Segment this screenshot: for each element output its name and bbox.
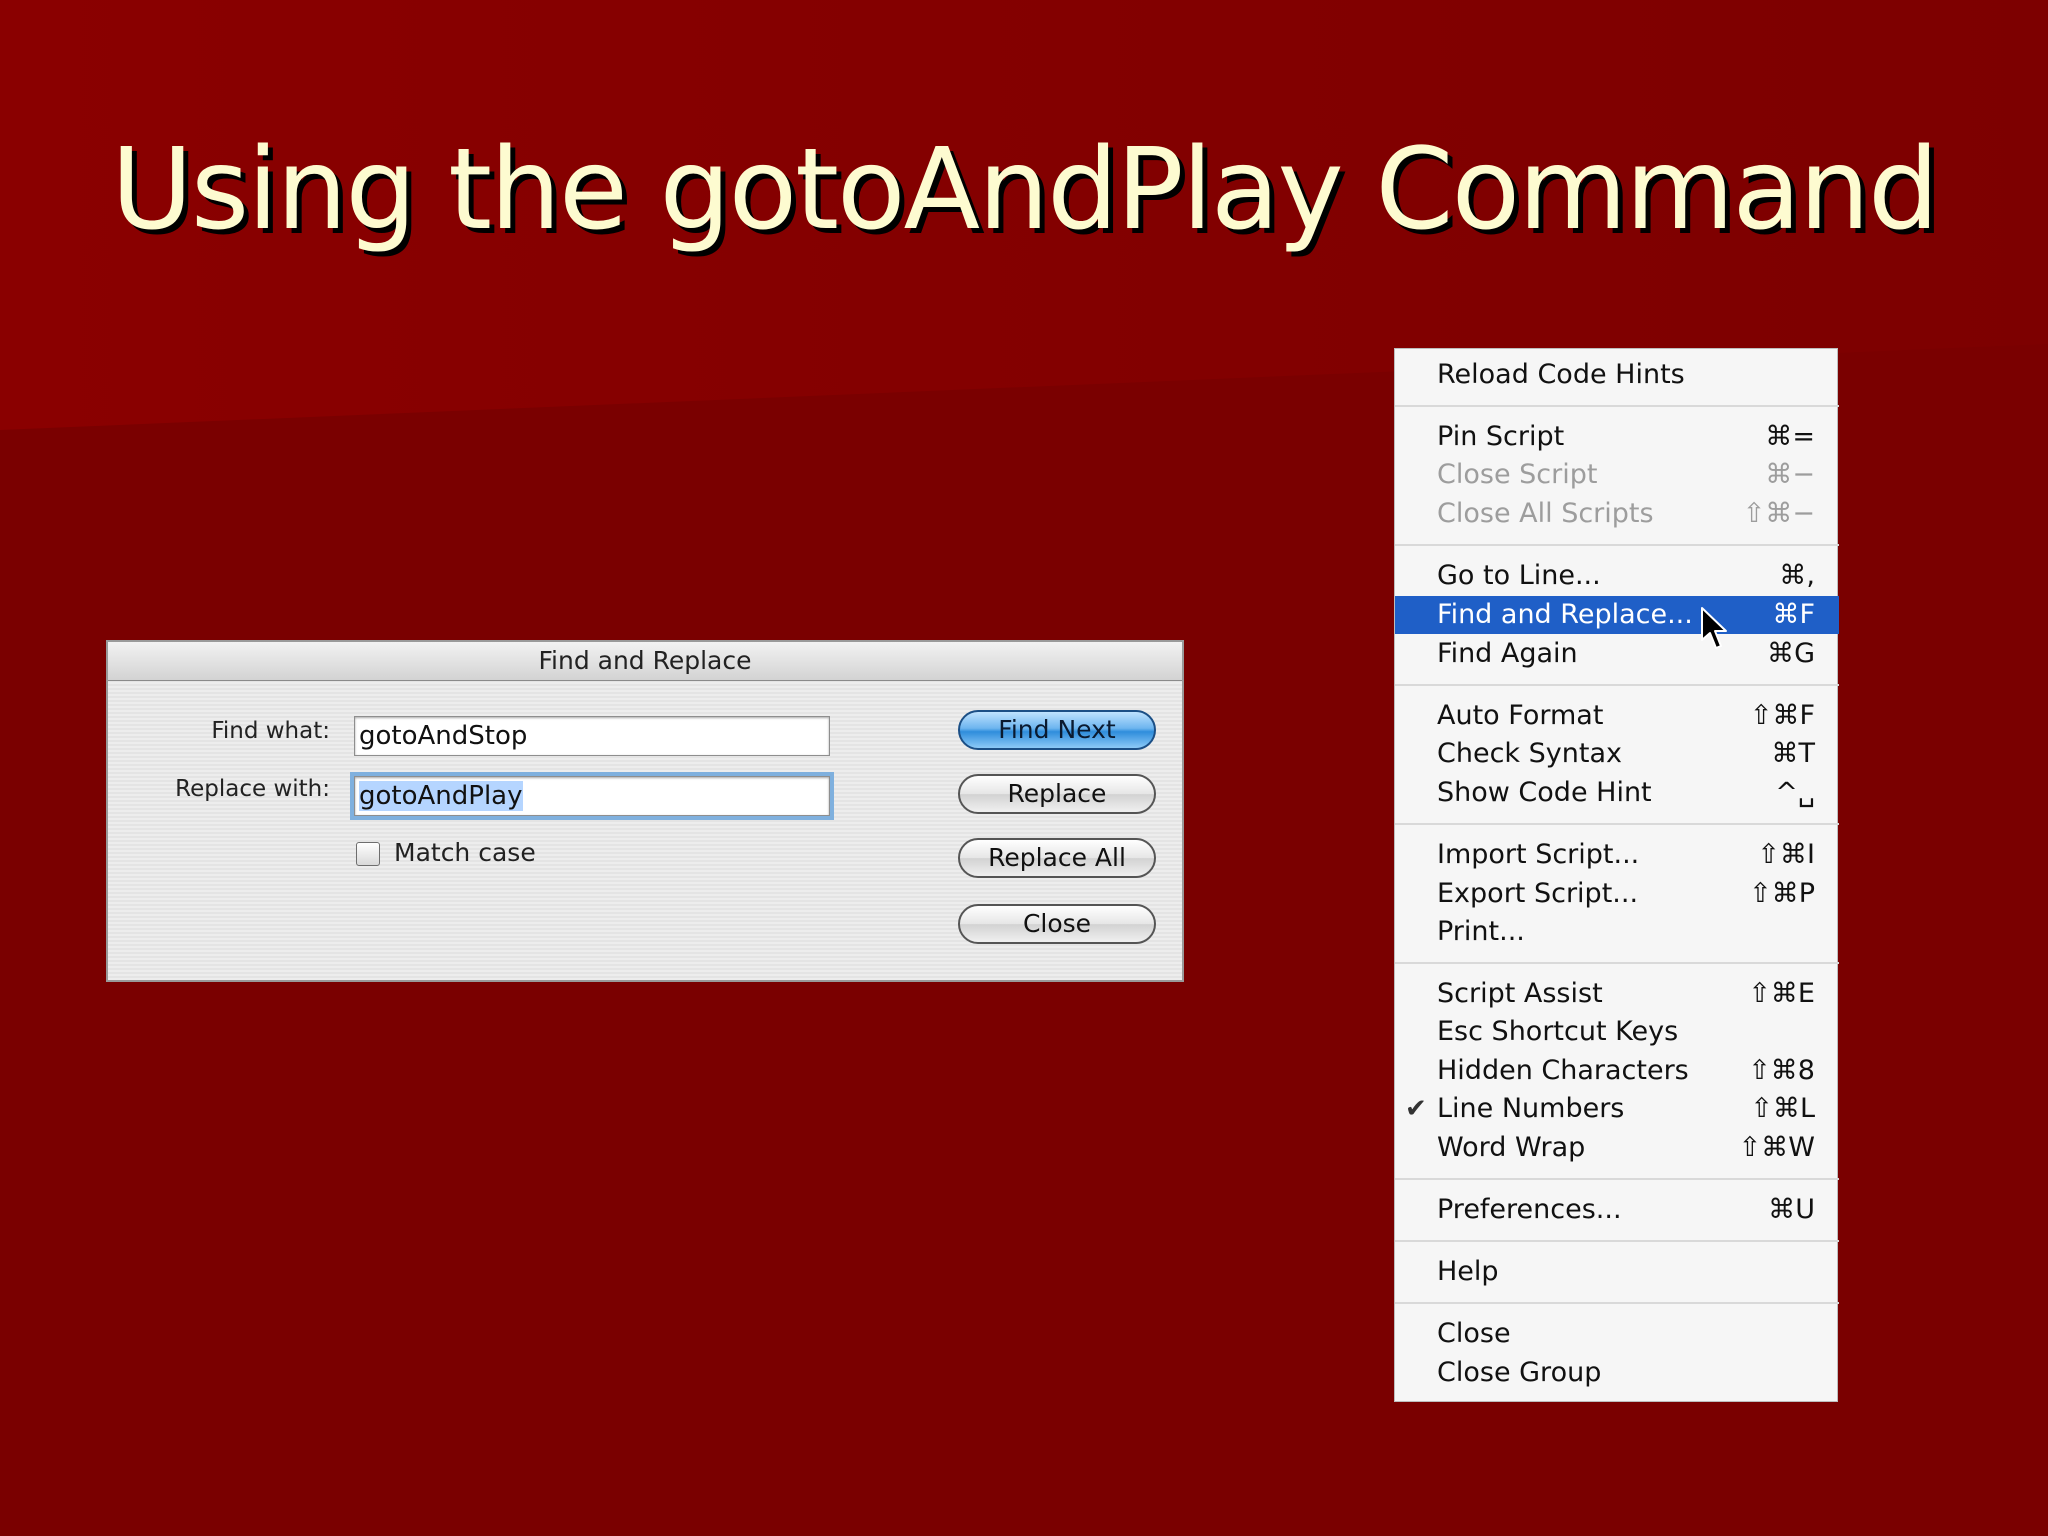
menu-item-label: Help xyxy=(1437,1256,1499,1287)
menu-item-label: Find and Replace... xyxy=(1437,599,1693,630)
replace-with-input[interactable]: gotoAndPlay xyxy=(350,772,834,820)
menu-item-label: Print... xyxy=(1437,916,1525,947)
menu-item-label: Show Code Hint xyxy=(1437,777,1652,808)
menu-item-label: Pin Script xyxy=(1437,421,1565,452)
menu-separator xyxy=(1395,684,1839,686)
replace-with-label: Replace with: xyxy=(175,776,330,802)
menu-item-shortcut: ⇧⌘E xyxy=(1748,978,1815,1009)
menu-separator xyxy=(1395,962,1839,964)
menu-item-reload-code-hints[interactable]: Reload Code Hints xyxy=(1395,356,1839,394)
menu-item-line-numbers[interactable]: ✔ Line Numbers ⇧⌘L xyxy=(1395,1090,1839,1128)
menu-item-label: Word Wrap xyxy=(1437,1132,1586,1163)
menu-item-close[interactable]: Close xyxy=(1395,1315,1839,1353)
match-case-label[interactable]: Match case xyxy=(394,838,536,867)
menu-item-label: Preferences... xyxy=(1437,1194,1622,1225)
match-case-checkbox[interactable] xyxy=(356,842,380,866)
menu-item-label: Close Group xyxy=(1437,1357,1602,1388)
menu-item-label: Line Numbers xyxy=(1437,1093,1625,1124)
menu-item-label: Close xyxy=(1437,1318,1511,1349)
menu-item-preferences[interactable]: Preferences... ⌘U xyxy=(1395,1191,1839,1229)
menu-item-word-wrap[interactable]: Word Wrap ⇧⌘W xyxy=(1395,1129,1839,1167)
menu-item-label: Hidden Characters xyxy=(1437,1055,1689,1086)
menu-item-shortcut: ^␣ xyxy=(1775,777,1815,808)
menu-item-script-assist[interactable]: Script Assist ⇧⌘E xyxy=(1395,975,1839,1013)
menu-item-label: Close All Scripts xyxy=(1437,498,1654,529)
menu-separator xyxy=(1395,823,1839,825)
menu-item-shortcut: ⇧⌘F xyxy=(1749,700,1815,731)
find-replace-dialog: Find and Replace Find what: gotoAndStop … xyxy=(106,640,1184,982)
actions-panel-menu: Reload Code Hints Pin Script ⌘= Close Sc… xyxy=(1394,348,1839,1402)
find-what-input[interactable]: gotoAndStop xyxy=(354,716,830,756)
menu-item-shortcut: ⌘F xyxy=(1772,599,1815,630)
menu-item-shortcut: ⌘U xyxy=(1768,1194,1815,1225)
menu-item-check-syntax[interactable]: Check Syntax ⌘T xyxy=(1395,735,1839,773)
close-button[interactable]: Close xyxy=(958,904,1156,944)
menu-item-label: Export Script... xyxy=(1437,878,1639,909)
find-what-label: Find what: xyxy=(211,718,330,744)
menu-item-shortcut: ⇧⌘− xyxy=(1742,498,1815,529)
menu-item-shortcut: ⇧⌘W xyxy=(1738,1132,1815,1163)
menu-item-go-to-line[interactable]: Go to Line... ⌘, xyxy=(1395,557,1839,595)
menu-separator xyxy=(1395,1240,1839,1242)
menu-item-label: Close Script xyxy=(1437,459,1598,490)
menu-item-label: Find Again xyxy=(1437,638,1578,669)
menu-separator xyxy=(1395,1302,1839,1304)
menu-item-auto-format[interactable]: Auto Format ⇧⌘F xyxy=(1395,697,1839,735)
find-next-button[interactable]: Find Next xyxy=(958,710,1156,750)
menu-item-shortcut: ⇧⌘I xyxy=(1757,839,1815,870)
menu-item-label: Check Syntax xyxy=(1437,738,1622,769)
menu-item-find-again[interactable]: Find Again ⌘G xyxy=(1395,635,1839,673)
menu-item-show-code-hint[interactable]: Show Code Hint ^␣ xyxy=(1395,774,1839,812)
mouse-pointer-icon xyxy=(1701,607,1727,649)
menu-item-shortcut: ⌘G xyxy=(1767,638,1815,669)
checkmark-icon: ✔ xyxy=(1405,1094,1427,1124)
menu-item-import-script[interactable]: Import Script... ⇧⌘I xyxy=(1395,836,1839,874)
menu-item-find-and-replace[interactable]: Find and Replace... ⌘F xyxy=(1395,596,1839,634)
menu-item-esc-shortcut-keys[interactable]: Esc Shortcut Keys xyxy=(1395,1013,1839,1051)
menu-item-shortcut: ⇧⌘P xyxy=(1749,878,1815,909)
replace-all-button[interactable]: Replace All xyxy=(958,838,1156,878)
menu-item-label: Auto Format xyxy=(1437,700,1604,731)
menu-item-help[interactable]: Help xyxy=(1395,1253,1839,1291)
menu-item-shortcut: ⌘= xyxy=(1765,421,1815,452)
replace-button[interactable]: Replace xyxy=(958,774,1156,814)
menu-item-label: Import Script... xyxy=(1437,839,1640,870)
menu-item-export-script[interactable]: Export Script... ⇧⌘P xyxy=(1395,875,1839,913)
menu-item-hidden-characters[interactable]: Hidden Characters ⇧⌘8 xyxy=(1395,1052,1839,1090)
menu-item-close-group[interactable]: Close Group xyxy=(1395,1354,1839,1392)
menu-item-print[interactable]: Print... xyxy=(1395,913,1839,951)
menu-separator xyxy=(1395,405,1839,407)
menu-item-shortcut: ⌘− xyxy=(1765,459,1815,490)
menu-item-shortcut: ⇧⌘8 xyxy=(1748,1055,1815,1086)
menu-item-shortcut: ⌘, xyxy=(1779,560,1815,591)
menu-item-close-all-scripts: Close All Scripts ⇧⌘− xyxy=(1395,495,1839,533)
menu-item-shortcut: ⌘T xyxy=(1771,738,1816,769)
menu-item-pin-script[interactable]: Pin Script ⌘= xyxy=(1395,418,1839,456)
slide-title: Using the gotoAndPlay Command xyxy=(110,125,1939,255)
menu-item-label: Go to Line... xyxy=(1437,560,1601,591)
menu-separator xyxy=(1395,1178,1839,1180)
menu-item-label: Script Assist xyxy=(1437,978,1603,1009)
dialog-title: Find and Replace xyxy=(108,642,1182,681)
menu-item-close-script: Close Script ⌘− xyxy=(1395,456,1839,494)
menu-item-label: Esc Shortcut Keys xyxy=(1437,1016,1679,1047)
menu-item-shortcut: ⇧⌘L xyxy=(1750,1093,1815,1124)
menu-separator xyxy=(1395,544,1839,546)
menu-item-label: Reload Code Hints xyxy=(1437,359,1685,390)
replace-with-selected-text: gotoAndPlay xyxy=(359,781,523,811)
